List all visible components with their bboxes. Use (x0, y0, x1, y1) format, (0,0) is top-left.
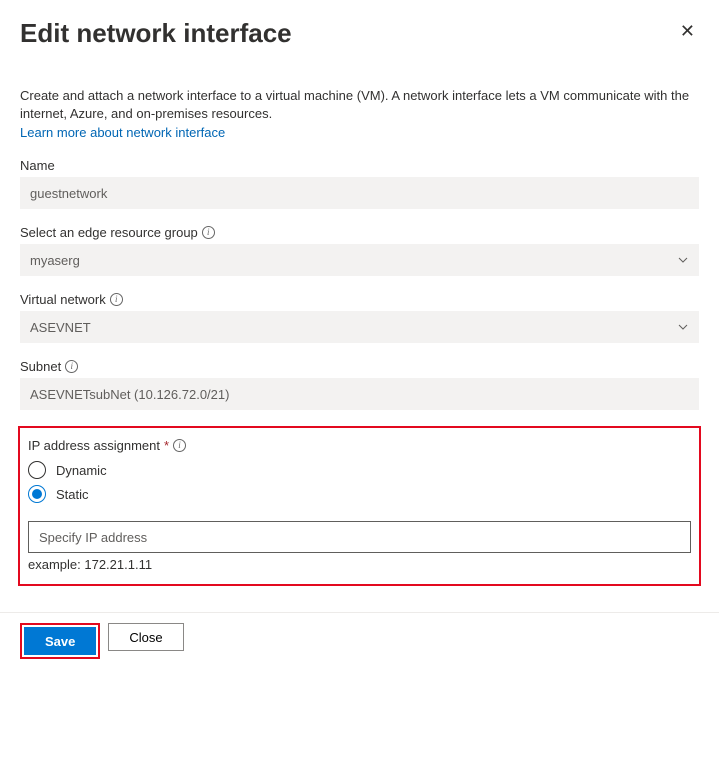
divider (0, 612, 719, 613)
info-icon[interactable]: i (65, 360, 78, 373)
radio-dynamic-label: Dynamic (56, 463, 107, 478)
ip-example-text: example: 172.21.1.11 (28, 557, 691, 572)
save-highlight: Save (20, 623, 100, 659)
info-icon[interactable]: i (202, 226, 215, 239)
info-icon[interactable]: i (110, 293, 123, 306)
ip-address-input[interactable] (28, 521, 691, 553)
radio-static-label: Static (56, 487, 89, 502)
description-text: Create and attach a network interface to… (20, 87, 699, 123)
resource-group-label: Select an edge resource group (20, 225, 198, 240)
vnet-label: Virtual network (20, 292, 106, 307)
radio-icon (28, 461, 46, 479)
ip-assignment-section: IP address assignment * i Dynamic Static… (18, 426, 701, 586)
subnet-input (20, 378, 699, 410)
page-title: Edit network interface (20, 18, 292, 49)
radio-icon (28, 485, 46, 503)
radio-static[interactable]: Static (28, 485, 691, 503)
subnet-label: Subnet (20, 359, 61, 374)
save-button[interactable]: Save (24, 627, 96, 655)
info-icon[interactable]: i (173, 439, 186, 452)
close-button[interactable]: Close (108, 623, 183, 651)
name-input (20, 177, 699, 209)
vnet-select[interactable] (20, 311, 699, 343)
ip-assignment-label: IP address assignment (28, 438, 160, 453)
name-label: Name (20, 158, 699, 173)
radio-dynamic[interactable]: Dynamic (28, 461, 691, 479)
resource-group-select[interactable] (20, 244, 699, 276)
required-indicator: * (164, 438, 169, 453)
learn-more-link[interactable]: Learn more about network interface (20, 125, 225, 140)
close-icon[interactable]: ✕ (676, 18, 699, 44)
